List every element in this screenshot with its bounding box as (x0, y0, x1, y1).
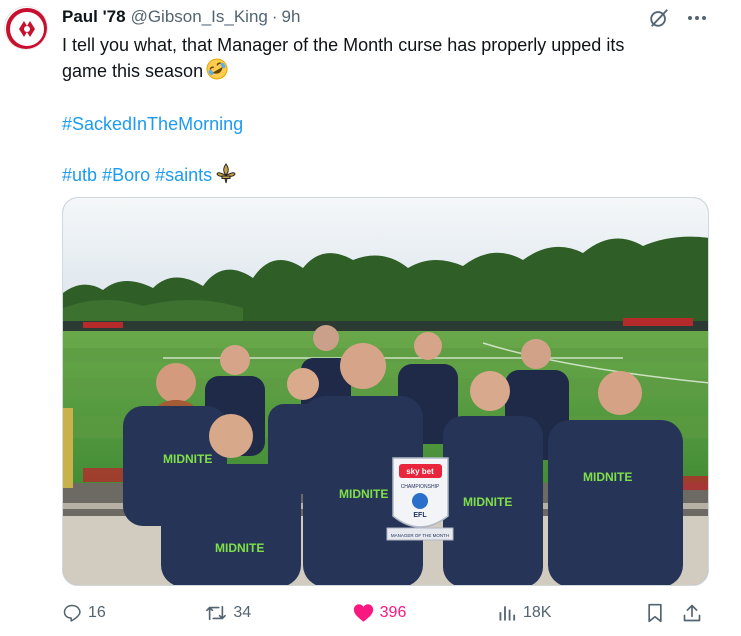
tweet-header: Paul '78 @Gibson_Is_King · 9h (62, 6, 300, 28)
tweet-text: I tell you what, that Manager of the Mon… (62, 33, 722, 191)
repost-button[interactable]: 34 (205, 603, 352, 623)
hashtag-sackedinthemorning[interactable]: #SackedInTheMorning (62, 114, 243, 134)
fleur-de-lis-icon (215, 162, 237, 191)
bookmark-button[interactable] (646, 603, 682, 623)
shirt-sponsor-text: MIDNITE (215, 541, 264, 555)
trophy-title: CHAMPIONSHIP (401, 484, 440, 490)
more-options-icon[interactable] (685, 6, 709, 30)
hashtag-boro[interactable]: #Boro (102, 165, 150, 185)
shirt-sponsor-text: MIDNITE (583, 470, 632, 484)
views-icon (499, 606, 516, 621)
shirt-sponsor-text: MIDNITE (463, 495, 512, 509)
top-actions (647, 6, 709, 30)
shirt-sponsor-text: MIDNITE (163, 452, 212, 466)
tweet: Paul '78 @Gibson_Is_King · 9h I tell you… (0, 0, 741, 636)
club-crest-icon (6, 8, 47, 49)
header-separator: · (271, 7, 278, 26)
reply-count: 16 (88, 604, 106, 621)
share-button[interactable] (682, 603, 712, 623)
team-photo-icon: MIDNITE MIDNITE MIDNITE MIDNITE MIDNITE … (63, 198, 708, 585)
tweet-time[interactable]: 9h (282, 7, 301, 27)
tweet-text-line: I tell you what, that Manager of the Mon… (62, 33, 722, 58)
repost-count: 34 (233, 604, 252, 621)
text-line-2: game this season (62, 61, 204, 81)
tweet-text-line: #SackedInTheMorning (62, 112, 722, 137)
rofl-emoji-icon (206, 58, 228, 87)
hashtag-saints[interactable]: #saints (155, 165, 212, 185)
author-avatar[interactable] (4, 6, 48, 50)
trophy-league: EFL (413, 512, 427, 519)
reply-button[interactable]: 16 (62, 603, 205, 623)
tweet-media-photo[interactable]: MIDNITE MIDNITE MIDNITE MIDNITE MIDNITE … (62, 197, 709, 586)
shirt-sponsor-text: MIDNITE (339, 487, 388, 501)
author-handle[interactable]: @Gibson_Is_King (131, 7, 268, 27)
share-icon (683, 604, 701, 622)
tweet-action-bar: 16 34 396 18K (62, 598, 712, 628)
like-count: 396 (379, 604, 407, 621)
trophy: sky bet CHAMPIONSHIP EFL MANAGER OF THE … (386, 457, 454, 541)
trophy-caption: MANAGER OF THE MONTH (391, 533, 449, 538)
trophy-brand: sky bet (406, 467, 434, 476)
hashtag-utb[interactable]: #utb (62, 165, 97, 185)
views-button[interactable]: 18K (497, 603, 646, 623)
tweet-text-line: #utb #Boro #saints (62, 162, 722, 191)
like-button[interactable]: 396 (353, 603, 497, 623)
repost-icon (206, 605, 227, 621)
tweet-text-line: game this season (62, 58, 722, 87)
text-line-1: I tell you what, that Manager of the Mon… (62, 35, 625, 55)
views-count: 18K (522, 604, 552, 621)
bookmark-icon (648, 603, 662, 623)
author-name[interactable]: Paul '78 (62, 7, 126, 27)
grok-icon[interactable] (647, 6, 671, 30)
heart-icon (353, 604, 373, 622)
reply-icon (63, 604, 81, 622)
